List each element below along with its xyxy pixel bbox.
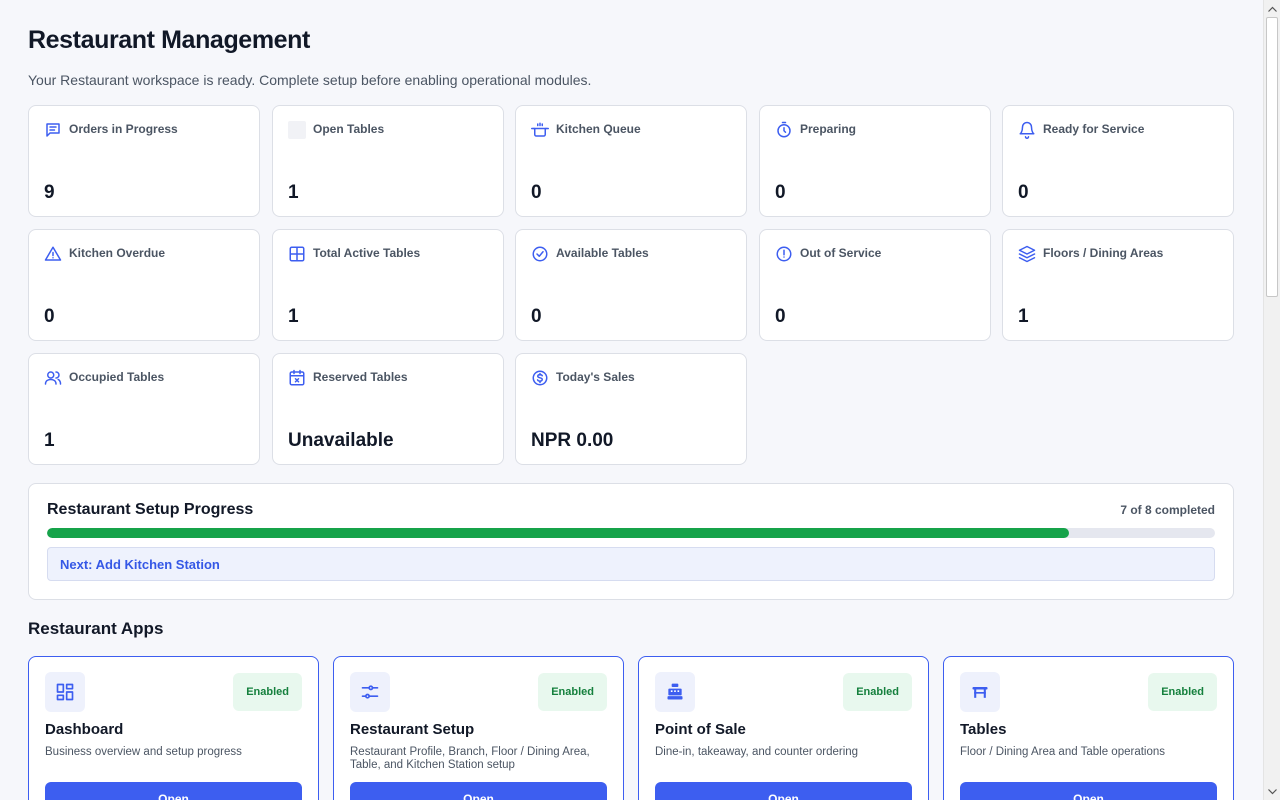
stat-card-orders-in-progress: Orders in Progress 9 — [28, 105, 260, 217]
stat-card-reserved-tables: Reserved Tables Unavailable — [272, 353, 504, 465]
blank-icon — [288, 121, 306, 139]
stat-value: 1 — [1018, 306, 1029, 327]
stat-label: Kitchen Queue — [556, 122, 641, 136]
setup-progress-title: Restaurant Setup Progress — [47, 501, 254, 518]
scroll-up-arrow-icon[interactable] — [1264, 0, 1280, 17]
stat-label: Floors / Dining Areas — [1043, 246, 1164, 260]
stat-value: 1 — [288, 306, 299, 327]
app-card-dashboard: Enabled Dashboard Business overview and … — [28, 656, 319, 800]
page: Restaurant Management Your Restaurant wo… — [28, 26, 1234, 800]
setup-progress-bar — [47, 528, 1215, 538]
open-restaurant-setup-button[interactable]: Open — [350, 782, 607, 800]
app-card-restaurant-setup: Enabled Restaurant Setup Restaurant Prof… — [333, 656, 624, 800]
check-circle-icon — [531, 245, 549, 263]
app-description: Dine-in, takeaway, and counter ordering — [655, 746, 859, 758]
stat-value: 1 — [288, 182, 299, 203]
cash-register-icon — [655, 672, 695, 712]
stat-label: Orders in Progress — [69, 122, 178, 136]
stat-label: Kitchen Overdue — [69, 246, 166, 260]
app-card-tables: Enabled Tables Floor / Dining Area and T… — [943, 656, 1234, 800]
open-dashboard-button[interactable]: Open — [45, 782, 302, 800]
stat-card-total-active-tables: Total Active Tables 1 — [272, 229, 504, 341]
layers-icon — [1018, 245, 1036, 263]
scroll-down-arrow-icon[interactable] — [1264, 783, 1280, 800]
app-name: Dashboard — [45, 721, 124, 738]
apps-section-title: Restaurant Apps — [28, 619, 164, 638]
app-name: Tables — [960, 721, 1007, 738]
app-description: Restaurant Profile, Branch, Floor / Dini… — [350, 746, 590, 771]
stat-card-occupied-tables: Occupied Tables 1 — [28, 353, 260, 465]
page-subtitle: Your Restaurant workspace is ready. Comp… — [28, 72, 592, 88]
alert-circle-icon — [775, 245, 793, 263]
bell-icon — [1018, 121, 1036, 139]
stat-card-ready-for-service: Ready for Service 0 — [1002, 105, 1234, 217]
stopwatch-icon — [775, 121, 793, 139]
app-name: Restaurant Setup — [350, 721, 475, 738]
dollar-circle-icon — [531, 369, 549, 387]
stat-value: NPR 0.00 — [531, 430, 614, 451]
open-point-of-sale-button[interactable]: Open — [655, 782, 912, 800]
open-tables-button[interactable]: Open — [960, 782, 1217, 800]
status-badge: Enabled — [1148, 673, 1217, 711]
next-step-link[interactable]: Next: Add Kitchen Station — [60, 557, 220, 572]
stat-value: 0 — [531, 306, 542, 327]
sliders-icon — [350, 672, 390, 712]
app-card-point-of-sale: Enabled Point of Sale Dine-in, takeaway,… — [638, 656, 929, 800]
scrollbar-thumb[interactable] — [1266, 17, 1278, 297]
status-badge: Enabled — [233, 673, 302, 711]
stat-card-out-of-service: Out of Service 0 — [759, 229, 991, 341]
stat-label: Reserved Tables — [313, 370, 408, 384]
stat-card-todays-sales: Today's Sales NPR 0.00 — [515, 353, 747, 465]
status-badge: Enabled — [538, 673, 607, 711]
stat-value: 0 — [1018, 182, 1029, 203]
stat-label: Today's Sales — [556, 370, 635, 384]
setup-progress-card: Restaurant Setup Progress 7 of 8 complet… — [28, 483, 1234, 600]
users-icon — [44, 369, 62, 387]
stat-card-preparing: Preparing 0 — [759, 105, 991, 217]
app-name: Point of Sale — [655, 721, 746, 738]
stat-card-kitchen-overdue: Kitchen Overdue 0 — [28, 229, 260, 341]
calendar-x-icon — [288, 369, 306, 387]
page-title: Restaurant Management — [28, 26, 310, 54]
stat-value: 0 — [775, 306, 786, 327]
stat-label: Open Tables — [313, 122, 385, 136]
dashboard-icon — [45, 672, 85, 712]
stat-label: Occupied Tables — [69, 370, 165, 384]
stat-label: Preparing — [800, 122, 857, 136]
app-description: Business overview and setup progress — [45, 746, 242, 758]
warning-triangle-icon — [44, 245, 62, 263]
table-icon — [960, 672, 1000, 712]
message-list-icon — [44, 121, 62, 139]
stat-value: 0 — [531, 182, 542, 203]
stat-label: Out of Service — [800, 246, 882, 260]
stat-card-available-tables: Available Tables 0 — [515, 229, 747, 341]
grid-icon — [288, 245, 306, 263]
status-badge: Enabled — [843, 673, 912, 711]
stat-value: 9 — [44, 182, 55, 203]
cooking-pot-icon — [531, 121, 549, 139]
stat-label: Total Active Tables — [313, 246, 421, 260]
stat-label: Ready for Service — [1043, 122, 1145, 136]
app-description: Floor / Dining Area and Table operations — [960, 746, 1166, 758]
stat-card-floors-dining-areas: Floors / Dining Areas 1 — [1002, 229, 1234, 341]
stat-value: 0 — [775, 182, 786, 203]
stat-value: 1 — [44, 430, 55, 451]
stat-card-open-tables: Open Tables 1 — [272, 105, 504, 217]
stat-value: 0 — [44, 306, 55, 327]
stat-value: Unavailable — [288, 430, 394, 451]
vertical-scrollbar[interactable] — [1263, 0, 1280, 800]
next-step-banner[interactable]: Next: Add Kitchen Station — [47, 547, 1215, 581]
stat-label: Available Tables — [556, 246, 649, 260]
setup-progress-count: 7 of 8 completed — [1120, 503, 1215, 517]
stat-card-kitchen-queue: Kitchen Queue 0 — [515, 105, 747, 217]
setup-progress-bar-fill — [47, 528, 1069, 538]
